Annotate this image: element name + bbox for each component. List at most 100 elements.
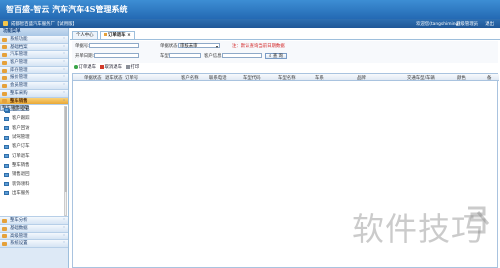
customer-info-input[interactable]	[222, 52, 262, 58]
status-select[interactable]: 审核未审	[178, 42, 220, 48]
folder-icon	[2, 242, 7, 247]
menu-label: 客户管理	[10, 60, 28, 66]
menu-label: 报价管理	[10, 75, 28, 81]
menu-item-car[interactable]: 汽车管理 ˅	[0, 51, 68, 60]
exit-button[interactable]: 退出	[485, 21, 494, 27]
menu-item-archive[interactable]: 基础档案 ˅	[0, 43, 68, 52]
cancel-return-button[interactable]: 取消退车	[100, 64, 122, 72]
menu-label: 系统功能	[10, 37, 28, 42]
column-header[interactable]: 交通车型/车辆	[407, 75, 435, 81]
column-header[interactable]: 颜色	[457, 75, 466, 81]
column-header[interactable]: 联系电话	[209, 75, 227, 81]
menu-item-system[interactable]: 系统功能 ˅	[0, 36, 68, 44]
chevron-down-icon: ˅	[63, 83, 65, 89]
menu-label: 整车销售	[10, 98, 28, 104]
document-icon	[4, 144, 9, 149]
tab-divider	[70, 39, 500, 40]
column-header[interactable]: 车型名称	[278, 75, 296, 81]
folder-icon	[2, 76, 7, 81]
menu-label: 整车采购	[10, 90, 28, 96]
date-input[interactable]	[94, 52, 139, 58]
folder-icon	[2, 99, 7, 104]
folder-icon	[2, 53, 7, 58]
button-label: 订单退车	[78, 65, 97, 70]
submenu-item-order[interactable]: 客户订车	[0, 142, 68, 151]
chevron-down-icon: ˅	[63, 37, 65, 42]
column-header[interactable]: 车型代码	[243, 75, 261, 81]
add-icon	[74, 65, 78, 69]
folder-icon	[2, 91, 7, 96]
submenu-item-register[interactable]: 客户登记	[0, 105, 68, 114]
return-car-button[interactable]: 订单退车	[74, 64, 96, 72]
submenu-item-revisit[interactable]: 客户回访	[0, 124, 68, 133]
submenu-item-delivery[interactable]: 出车服务	[0, 189, 68, 198]
chevron-down-icon: ˅	[63, 233, 65, 239]
chevron-down-icon: ˅	[63, 90, 65, 96]
column-header[interactable]: 客户名称	[181, 75, 199, 81]
tab-icon	[104, 33, 107, 36]
menu-label: 基础档案	[10, 44, 28, 50]
submenu-item-decor[interactable]: 装饰领料	[0, 180, 68, 189]
submenu-label: 订单退车	[12, 153, 30, 159]
document-icon	[4, 154, 9, 159]
button-label: 打印	[130, 65, 140, 70]
menu-item-analysis[interactable]: 整车分析 ˅	[0, 217, 68, 225]
scrollbar-thumb[interactable]	[65, 107, 67, 193]
menu-item-purchase[interactable]: 整车采购 ˅	[0, 89, 68, 98]
hint-text: 注：默认查询当前日期数据	[232, 44, 285, 49]
app-title: 智百盛-智云 汽车汽车4S管理系统	[6, 4, 128, 14]
app-window: 智百盛-智云 汽车汽车4S管理系统 成都智百盛汽车服务厂【试用版】 欢迎您(ta…	[0, 0, 500, 268]
tab-order-return[interactable]: 订单退车 ×	[100, 31, 135, 39]
folder-icon	[2, 234, 7, 239]
submenu-label: 客户回访	[12, 125, 30, 131]
car-model-input[interactable]	[169, 52, 201, 58]
column-header[interactable]: 备	[487, 75, 491, 81]
chevron-down-icon: ˅	[63, 225, 65, 231]
menu-item-stock[interactable]: 库存管理 ˅	[0, 66, 68, 75]
menu-item-basedata[interactable]: 基础数据 ˅	[0, 224, 68, 233]
document-icon	[4, 126, 9, 131]
column-header[interactable]: 单据状态	[84, 75, 102, 81]
menu-item-customer[interactable]: 客户管理 ˅	[0, 59, 68, 67]
menu-item-member[interactable]: 会员管理 ˅	[0, 82, 68, 90]
submenu-label: 出车服务	[12, 190, 30, 196]
close-icon[interactable]: ×	[127, 33, 131, 38]
top-banner: 智百盛-智云 汽车汽车4S管理系统	[0, 0, 500, 19]
tab-label: 订单退车	[108, 33, 126, 38]
submenu-item-track[interactable]: 客户跟踪	[0, 114, 68, 123]
column-header[interactable]: 退车状态	[105, 75, 123, 81]
search-button[interactable]: ⌕ 查 询	[265, 53, 288, 59]
document-icon	[4, 107, 9, 112]
tab-personal-center[interactable]: 个人中心	[72, 31, 98, 39]
order-no-input[interactable]	[89, 42, 139, 48]
submenu-item-testdrive[interactable]: 试驾管理	[0, 133, 68, 142]
submenu-item-sales[interactable]: 整车销售	[0, 161, 68, 170]
company-name: 成都智百盛汽车服务厂【试用版】	[11, 21, 77, 27]
column-header[interactable]: 车系	[315, 75, 324, 81]
menu-item-settings[interactable]: 系统设置 ˅	[0, 240, 68, 248]
document-icon	[4, 182, 9, 187]
print-button[interactable]: 打印	[126, 64, 139, 72]
submenu-item-sales-return[interactable]: 销售退回	[0, 170, 68, 179]
admin-button[interactable]: 超级管理员	[456, 21, 478, 27]
submenu-label: 整车销售	[12, 162, 30, 168]
folder-icon	[2, 218, 7, 223]
menu-item-advanced[interactable]: 高级管理 ˅	[0, 232, 68, 241]
submenu-label: 试驾管理	[12, 135, 30, 141]
info-bar: 成都智百盛汽车服务厂【试用版】 欢迎您(tangshiming) 超级管理员 退…	[0, 19, 500, 28]
folder-icon	[2, 45, 7, 50]
column-header[interactable]: 品牌	[357, 75, 366, 81]
submenu-item-return-order[interactable]: 订单退车	[0, 152, 68, 161]
submenu-scrollbar[interactable]	[64, 106, 67, 217]
user-greeting: 欢迎您(tangshiming)	[416, 21, 460, 27]
menu-item-quote[interactable]: 报价管理 ˅	[0, 74, 68, 83]
grid-header: 单据状态 退车状态 订单号 客户名称 联系电话 车型代码 车型名称 车系 品牌 …	[73, 74, 499, 81]
chevron-down-icon: ˅	[63, 60, 65, 66]
document-icon	[4, 172, 9, 177]
menu-item-sales[interactable]: 整车销售 ˄	[0, 97, 68, 106]
tab-label: 个人中心	[76, 33, 94, 38]
home-icon[interactable]	[3, 21, 8, 26]
column-header[interactable]: 订单号	[125, 75, 138, 81]
chevron-down-icon: ˅	[63, 67, 65, 73]
folder-icon	[2, 83, 7, 88]
